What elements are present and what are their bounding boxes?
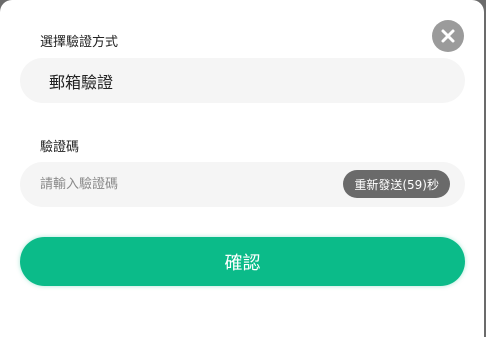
close-icon	[441, 29, 455, 43]
confirm-button[interactable]: 確認	[20, 237, 465, 286]
verification-code-input[interactable]	[40, 162, 340, 207]
code-label: 驗證碼	[40, 140, 80, 155]
code-field-container: 重新發送(59)秒	[20, 162, 465, 207]
resend-code-button[interactable]: 重新發送(59)秒	[343, 170, 450, 198]
verification-method-value: 郵箱驗證	[49, 72, 114, 92]
verification-dialog: 選擇驗證方式 郵箱驗證 驗證碼 重新發送(59)秒 確認	[0, 0, 484, 337]
method-label: 選擇驗證方式	[40, 35, 119, 50]
close-button[interactable]	[432, 20, 464, 52]
verification-method-select[interactable]: 郵箱驗證	[20, 58, 465, 103]
